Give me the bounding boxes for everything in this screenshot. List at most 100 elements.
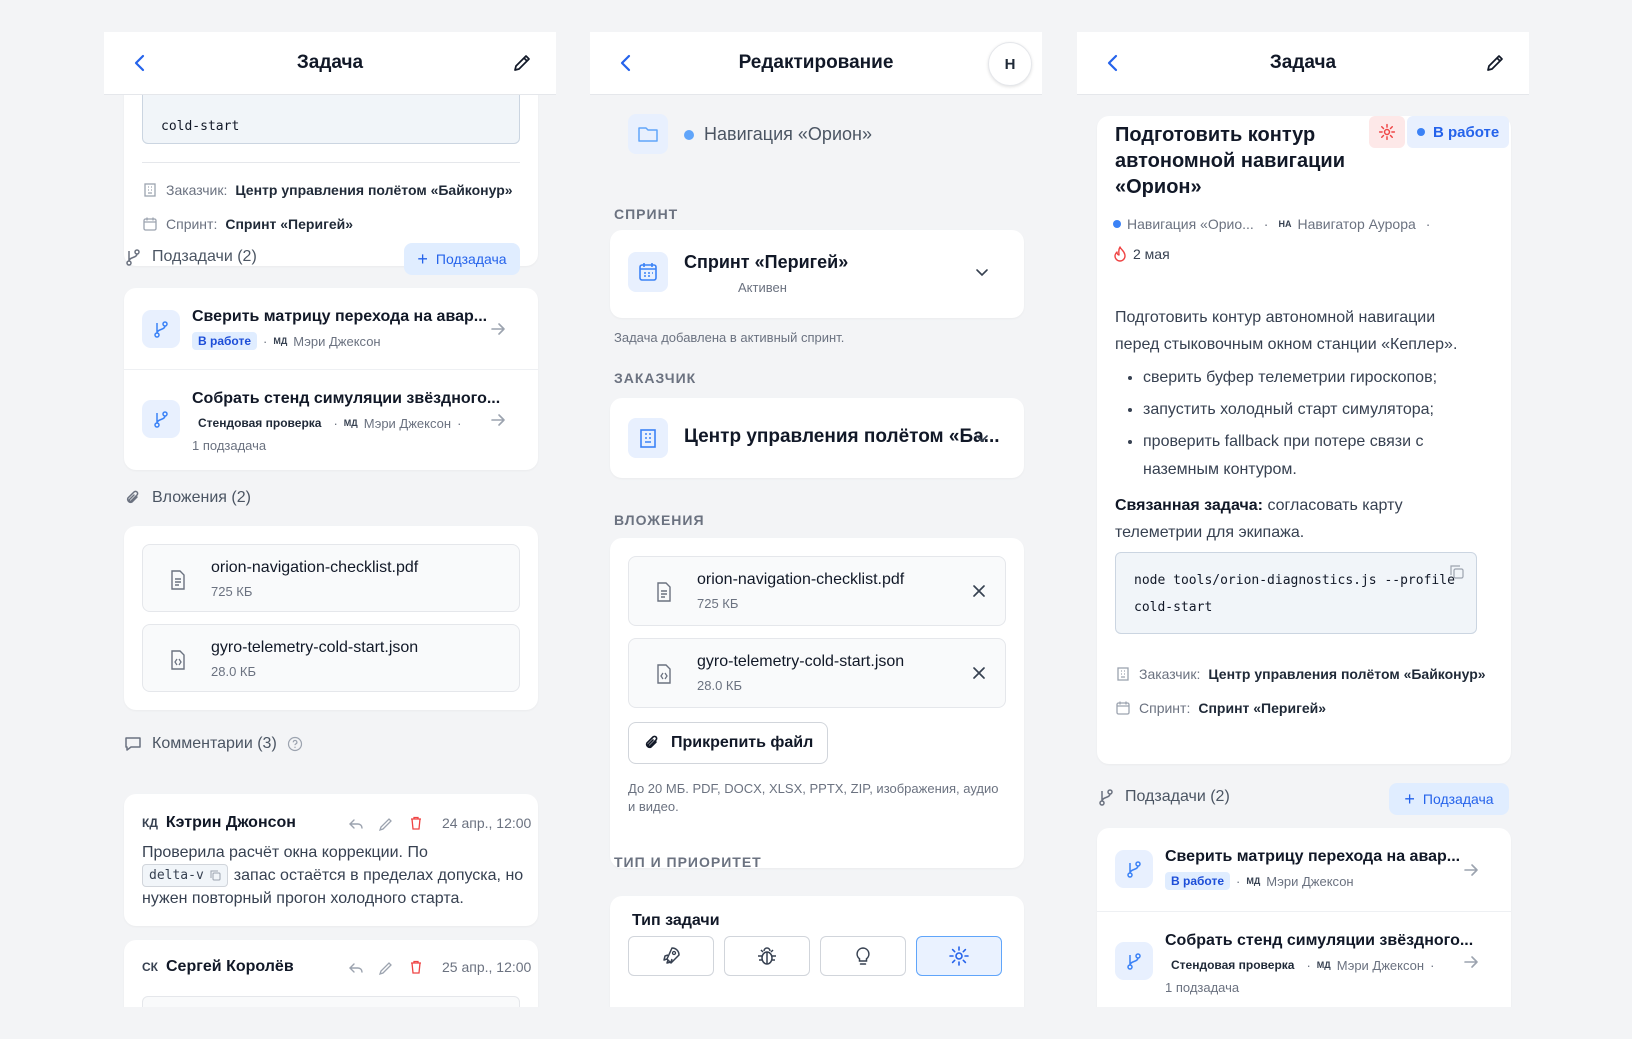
add-subtask-button[interactable]: + Подзадача: [1389, 783, 1509, 815]
branch-icon: [126, 249, 140, 266]
type-option-feature[interactable]: [628, 936, 714, 976]
copy-icon[interactable]: [1450, 565, 1464, 579]
attachment-name: gyro-telemetry-cold-start.json: [697, 653, 905, 670]
edit-panel: Редактирование Н Навигация «Орион» СПРИН…: [590, 32, 1042, 1007]
chevron-down-icon: [976, 435, 988, 443]
subtasks-card: Сверить матрицу перехода на авар... В ра…: [124, 288, 538, 470]
subtask-row[interactable]: Собрать стенд симуляции звёздного... Сте…: [1097, 912, 1511, 1007]
back-button[interactable]: [612, 49, 640, 77]
project-selector[interactable]: Навигация «Орион»: [684, 124, 872, 145]
checklist-item-continued: наземным контуром.: [1143, 461, 1297, 478]
task-title-line: Подготовить контур: [1115, 124, 1316, 146]
subtasks-card: Сверить матрицу перехода на авар... В ра…: [1097, 828, 1511, 1007]
subtasks-header: Подзадачи (2): [124, 248, 257, 266]
deadline-date: 2 мая: [1133, 246, 1170, 262]
pencil-icon[interactable]: [378, 816, 394, 832]
top-bar: Редактирование Н: [590, 32, 1042, 95]
status-badge: Стендовая проверка: [1171, 958, 1295, 972]
fire-icon: [1114, 246, 1126, 262]
status-badge: Стендовая проверка: [198, 416, 322, 430]
customer-section-label: ЗАКАЗЧИК: [614, 370, 697, 386]
attachment-item[interactable]: gyro-telemetry-cold-start.json 28.0 КБ: [142, 624, 520, 692]
building-icon: [640, 429, 656, 448]
sprint-name: Спринт «Перигей»: [684, 252, 849, 272]
branch-icon: [154, 321, 168, 338]
gear-icon: [1378, 123, 1396, 141]
close-icon[interactable]: [969, 581, 989, 601]
project-name[interactable]: Навигация «Орио...: [1127, 216, 1254, 232]
status-badge[interactable]: В работе: [1407, 116, 1510, 148]
subtask-icon-box: [1115, 942, 1153, 980]
code-file-icon: [657, 664, 671, 684]
attach-file-button[interactable]: Прикрепить файл: [628, 722, 829, 764]
sprint-select[interactable]: Спринт «Перигей» Активен: [610, 230, 1024, 318]
calendar-icon: [639, 263, 657, 281]
subtask-meta: Стендовая проверка · МД Мэри Джексон ·: [192, 414, 461, 432]
add-subtask-label: Подзадача: [435, 251, 507, 267]
attachments-header: Вложения (2): [124, 489, 251, 507]
task-checklist: сверить буфер телеметрии гироскопов; зап…: [1115, 364, 1437, 488]
subtask-child-count: 1 подзадача: [1165, 980, 1240, 995]
sprint-icon-box: [628, 252, 668, 292]
subtask-meta: В работе · МД Мэри Джексон: [1165, 872, 1354, 890]
attach-hint-line: До 20 МБ. PDF, DOCX, XLSX, PPTX, ZIP, из…: [628, 781, 999, 796]
subtask-title: Собрать стенд симуляции звёздного...: [1165, 932, 1474, 949]
customer-value: Центр управления полётом «Байконур»: [235, 182, 513, 198]
attachment-item[interactable]: orion-navigation-checklist.pdf 725 КБ: [142, 544, 520, 612]
comment-text-line: нужен повторный прогон холодного старта.: [142, 890, 464, 907]
related-text-line: телеметрии для экипажа.: [1115, 524, 1305, 541]
top-bar: Задача: [104, 32, 556, 95]
arrow-right-icon: [1464, 864, 1478, 876]
assignee-name: Мэри Джексон: [293, 333, 381, 349]
type-priority-section-label: ТИП И ПРИОРИТЕТ: [614, 854, 762, 870]
comments-header: Комментарии (3): [124, 735, 303, 753]
rocket-icon: [663, 947, 680, 964]
back-button[interactable]: [1099, 49, 1127, 77]
close-icon[interactable]: [969, 663, 989, 683]
attachment-name: gyro-telemetry-cold-start.json: [211, 639, 419, 656]
subtask-row[interactable]: Собрать стенд симуляции звёздного... Сте…: [124, 370, 538, 470]
user-avatar[interactable]: Н: [988, 42, 1032, 86]
branch-icon: [1099, 789, 1113, 806]
customer-value: Центр управления полётом «Байконур»: [1208, 666, 1486, 682]
edit-button[interactable]: [1481, 49, 1509, 77]
reply-icon[interactable]: [348, 816, 364, 832]
sprint-status: Активен: [738, 280, 787, 295]
edit-button[interactable]: [508, 49, 536, 77]
sprint-section-label: СПРИНТ: [614, 206, 679, 222]
page-title: Редактирование: [738, 52, 894, 73]
pencil-icon[interactable]: [378, 960, 394, 976]
branch-icon: [1127, 861, 1141, 878]
inline-code-text: delta-v: [149, 868, 204, 883]
related-label: Связанная задача:: [1115, 497, 1263, 514]
plus-icon: +: [417, 249, 428, 269]
subtask-row[interactable]: Сверить матрицу перехода на авар... В ра…: [124, 288, 538, 370]
back-button[interactable]: [126, 49, 154, 77]
attachment-item[interactable]: orion-navigation-checklist.pdf 725 КБ: [628, 556, 1006, 626]
pencil-icon: [1487, 55, 1503, 71]
attachment-item[interactable]: gyro-telemetry-cold-start.json 28.0 КБ: [628, 638, 1006, 708]
type-selector: [628, 936, 1008, 976]
related-text[interactable]: согласовать карту: [1267, 497, 1402, 514]
help-icon[interactable]: [287, 736, 303, 752]
comment-header: СК Сергей Королёв: [142, 958, 294, 976]
attachments-header-label: Вложения (2): [152, 489, 251, 506]
code-line: node tools/orion-diagnostics.js --profil…: [1134, 573, 1455, 588]
trash-icon[interactable]: [408, 815, 424, 831]
assignee-initials: МД: [273, 336, 288, 346]
attachment-size: 725 КБ: [697, 596, 739, 611]
type-option-technical[interactable]: [916, 936, 1002, 976]
type-option-idea[interactable]: [820, 936, 906, 976]
project-dot: [684, 129, 694, 140]
calendar-icon: [143, 217, 157, 231]
copy-icon[interactable]: [210, 870, 221, 881]
trash-icon[interactable]: [408, 959, 424, 975]
page-title: Задача: [1269, 52, 1337, 73]
type-option-bug[interactable]: [724, 936, 810, 976]
add-subtask-button[interactable]: + Подзадача: [404, 243, 520, 275]
customer-select[interactable]: Центр управления полётом «Ба...: [610, 398, 1024, 478]
attach-hint-line: и видео.: [628, 799, 679, 814]
reply-icon[interactable]: [348, 960, 364, 976]
assignee-name[interactable]: Навигатор Аурора: [1297, 216, 1415, 232]
subtask-row[interactable]: Сверить матрицу перехода на авар... В ра…: [1097, 828, 1511, 912]
